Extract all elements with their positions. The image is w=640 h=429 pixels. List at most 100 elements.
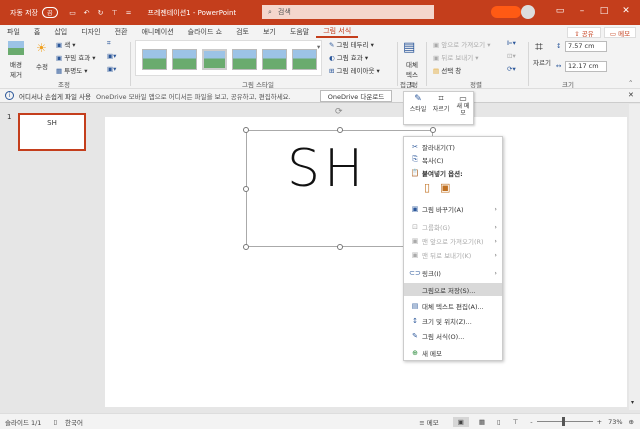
redo-icon[interactable]: ↻ (94, 9, 108, 17)
transparency-button[interactable]: ▦ 투명도 ▾ (56, 65, 88, 75)
bring-forward-button[interactable]: ▣ 앞으로 가져오기 ▾ (433, 39, 491, 49)
paste-as-picture-icon[interactable]: ▣ (440, 181, 450, 194)
tab-review[interactable]: 검토 (229, 27, 256, 37)
menu-item-copy[interactable]: ⎘ 복사(C) (404, 153, 502, 166)
zoom-level[interactable]: 73% (608, 418, 622, 426)
compress-icon[interactable]: ⌗ (107, 39, 111, 48)
style-thumbnail[interactable] (142, 49, 167, 70)
paste-keep-format-icon[interactable]: ▯ (424, 181, 430, 194)
color-button[interactable]: ▣ 색 ▾ (56, 39, 76, 49)
corrections-button[interactable]: 수정 (36, 61, 48, 71)
menu-item-size-position[interactable]: ↕ 크기 및 위치(Z)... (404, 314, 502, 327)
width-input[interactable]: 12.17 cm (565, 61, 607, 72)
spellcheck-icon[interactable]: ▯ (53, 418, 57, 426)
size-position-icon: ↕ (412, 316, 418, 325)
customize-qat-icon[interactable]: = (122, 9, 136, 17)
onedrive-download-button[interactable]: OneDrive 다운로드 (320, 90, 392, 102)
send-backward-button[interactable]: ▣ 뒤로 보내기 ▾ (433, 52, 479, 62)
change-picture-icon[interactable]: ▣▾ (107, 52, 116, 60)
remove-background-icon[interactable] (8, 41, 24, 55)
notes-button[interactable]: ≡ 메모 (419, 417, 438, 427)
crop-button[interactable]: 자르기 (533, 57, 551, 67)
minimize-icon[interactable]: – (575, 6, 589, 16)
tab-transitions[interactable]: 전환 (108, 27, 135, 37)
menu-item-format-picture[interactable]: ✎ 그림 서식(O)... (404, 329, 502, 342)
tab-view[interactable]: 보기 (256, 27, 283, 37)
resize-handle[interactable] (430, 127, 436, 133)
undo-icon[interactable]: ↶ (80, 9, 94, 17)
collapse-ribbon-icon[interactable]: ⌃ (628, 79, 633, 87)
tab-help[interactable]: 도움말 (283, 27, 316, 37)
style-thumbnail[interactable] (232, 49, 257, 70)
reset-picture-icon[interactable]: ▣▾ (107, 65, 116, 73)
tab-file[interactable]: 파일 (0, 27, 27, 37)
close-infobar-icon[interactable]: ✕ (628, 91, 634, 99)
search-input[interactable]: ⌕ 검색 (262, 5, 434, 19)
close-icon[interactable]: ✕ (619, 6, 633, 16)
tab-home[interactable]: 홈 (27, 27, 47, 37)
artistic-effects-button[interactable]: ▣ 꾸밈 효과 ▾ (56, 52, 96, 62)
picture-border-button[interactable]: ✎ 그림 테두리 ▾ (329, 39, 374, 49)
ribbon-display-icon[interactable]: ▭ (553, 6, 567, 16)
align-icon[interactable]: ⊫▾ (507, 39, 516, 47)
selection-pane-button[interactable]: ▤ 선택 창 (433, 65, 461, 75)
fit-to-window-icon[interactable]: ⊕ (629, 418, 634, 426)
rotate-icon[interactable]: ⟳▾ (507, 65, 516, 73)
slide-thumbnail[interactable]: SH (18, 113, 86, 151)
picture-styles-gallery[interactable] (135, 40, 322, 76)
style-thumbnail[interactable] (292, 49, 317, 70)
vertical-scrollbar[interactable]: ▾ (629, 104, 640, 410)
remove-background-button[interactable]: 배경 제거 (9, 59, 23, 79)
next-slide-icon[interactable]: ▾ (631, 399, 634, 406)
menu-item-edit-alt-text[interactable]: ▤ 대체 텍스트 편집(A)... (404, 299, 502, 312)
resize-handle[interactable] (243, 244, 249, 250)
crop-mini-button[interactable]: ⌗ 자르기 (431, 94, 451, 113)
slide-sorter-icon[interactable]: ▦ (479, 418, 485, 426)
bring-to-front-icon: ▣ (411, 236, 419, 245)
comments-button[interactable]: ▭ 메모 (604, 27, 636, 38)
menu-item-bring-to-front[interactable]: ▣ 맨 앞으로 가져오기(R) › (404, 234, 502, 247)
maximize-icon[interactable]: □ (597, 6, 611, 16)
picture-effects-button[interactable]: ◐ 그림 효과 ▾ (329, 52, 368, 62)
resize-handle[interactable] (337, 244, 343, 250)
zoom-in-icon[interactable]: + (597, 418, 602, 426)
menu-item-change-picture[interactable]: ▣ 그림 바꾸기(A) › (404, 202, 502, 215)
style-thumbnail[interactable] (202, 49, 227, 70)
resize-handle[interactable] (243, 127, 249, 133)
language-indicator[interactable]: 한국어 (65, 417, 83, 427)
rotate-handle-icon[interactable]: ⟳ (335, 107, 343, 117)
slideshow-icon[interactable]: ⊤ (513, 418, 519, 426)
resize-handle[interactable] (243, 186, 249, 192)
zoom-out-icon[interactable]: - (530, 418, 532, 426)
style-button[interactable]: ✎ 스타일 (408, 94, 428, 113)
menu-item-link[interactable]: ⊂⊃ 링크(I) › (404, 266, 502, 279)
picture-layout-button[interactable]: ⊞ 그림 레이아웃 ▾ (329, 65, 380, 75)
menu-item-cut[interactable]: ✂ 잘라내기(T) (404, 140, 502, 153)
gallery-scroll-icon[interactable]: ▾ (317, 43, 320, 51)
normal-view-icon[interactable]: ▣ (452, 416, 469, 427)
new-comment-mini-button[interactable]: ▭ 새 메모 (455, 94, 471, 117)
style-thumbnail[interactable] (172, 49, 197, 70)
tab-animations[interactable]: 애니메이션 (134, 27, 180, 37)
resize-handle[interactable] (337, 127, 343, 133)
style-thumbnail[interactable] (262, 49, 287, 70)
group-label-adjust: 조정 (58, 81, 70, 89)
zoom-slider[interactable] (536, 417, 593, 426)
present-icon[interactable]: ⊤ (108, 9, 122, 17)
share-button[interactable]: ⇪ 공유 (567, 27, 601, 38)
avatar[interactable] (521, 5, 535, 19)
menu-item-save-as-picture[interactable]: 그림으로 저장(S)... (404, 283, 502, 296)
zoom-slider-thumb[interactable] (561, 417, 565, 426)
menu-item-new-comment[interactable]: ⊕ 새 메모 (404, 346, 502, 359)
tab-design[interactable]: 디자인 (74, 27, 107, 37)
save-icon[interactable]: ▭ (66, 9, 80, 17)
tab-slideshow[interactable]: 슬라이드 쇼 (181, 27, 229, 37)
tab-insert[interactable]: 삽입 (47, 27, 74, 37)
autosave-toggle[interactable]: 끔 (42, 7, 58, 18)
menu-item-send-to-back[interactable]: ▣ 맨 뒤로 보내기(K) › (404, 248, 502, 261)
height-input[interactable]: 7.57 cm (565, 41, 607, 52)
group-icon[interactable]: ⊡▾ (507, 52, 516, 60)
menu-item-group[interactable]: ⊡ 그룹화(G) › (404, 220, 502, 233)
reading-view-icon[interactable]: ▯ (497, 418, 501, 426)
tab-picture-format[interactable]: 그림 서식 (316, 26, 359, 38)
